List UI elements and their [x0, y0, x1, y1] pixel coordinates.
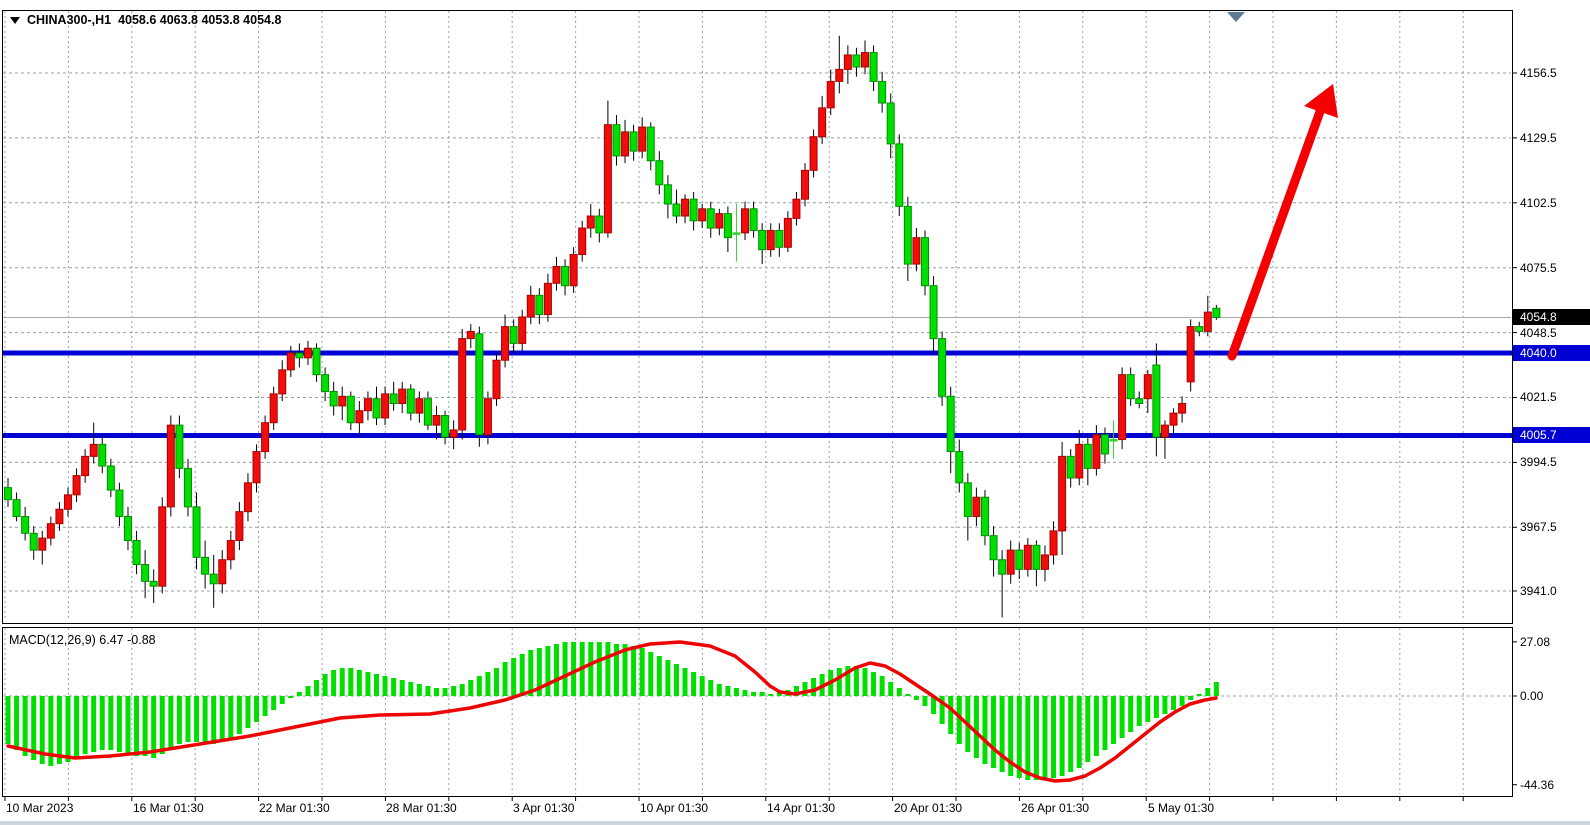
time-axis-label: 16 Mar 01:30: [133, 801, 204, 815]
level-price-box: 4005.7: [1513, 427, 1590, 443]
time-axis-label: 5 May 01:30: [1148, 801, 1214, 815]
time-axis-label: 10 Apr 01:30: [640, 801, 708, 815]
price-axis-label: 3941.0: [1520, 584, 1586, 598]
chart-title: CHINA300-,H1 4058.6 4063.8 4053.8 4054.8: [10, 13, 281, 27]
macd-axis-label: -44.36: [1520, 778, 1586, 792]
price-axis-label: 4021.5: [1520, 390, 1586, 404]
macd-indicator-label: MACD(12,26,9) 6.47 -0.88: [9, 633, 156, 647]
symbol-period-label: CHINA300-,H1: [27, 13, 111, 27]
time-axis-label: 14 Apr 01:30: [767, 801, 835, 815]
symbol-dropdown-icon[interactable]: [10, 17, 20, 24]
chart-shift-marker-icon[interactable]: [1227, 12, 1245, 22]
level-price-box: 4040.0: [1513, 345, 1590, 361]
price-pane[interactable]: [2, 10, 1513, 624]
time-axis-label: 22 Mar 01:30: [259, 801, 330, 815]
macd-axis-label: 0.00: [1520, 689, 1586, 703]
macd-pane[interactable]: [2, 627, 1513, 797]
price-axis-label: 3994.5: [1520, 455, 1586, 469]
time-axis-label: 3 Apr 01:30: [513, 801, 574, 815]
price-axis-label: 4048.5: [1520, 326, 1586, 340]
time-axis-label: 20 Apr 01:30: [894, 801, 962, 815]
price-axis-label: 4156.5: [1520, 66, 1586, 80]
macd-axis-label: 27.08: [1520, 635, 1586, 649]
price-axis-label: 4129.5: [1520, 131, 1586, 145]
price-axis-label: 4102.5: [1520, 196, 1586, 210]
trading-chart-window: CHINA300-,H1 4058.6 4063.8 4053.8 4054.8…: [0, 0, 1590, 825]
price-axis-label: 4075.5: [1520, 261, 1586, 275]
time-axis-label: 26 Apr 01:30: [1021, 801, 1089, 815]
time-axis-label: 10 Mar 2023: [6, 801, 73, 815]
ohlc-quote-label: 4058.6 4063.8 4053.8 4054.8: [118, 13, 281, 27]
current-price-box: 4054.8: [1513, 309, 1590, 325]
time-axis-label: 28 Mar 01:30: [386, 801, 457, 815]
price-axis-label: 3967.5: [1520, 520, 1586, 534]
window-bottom-edge: [0, 821, 1590, 825]
